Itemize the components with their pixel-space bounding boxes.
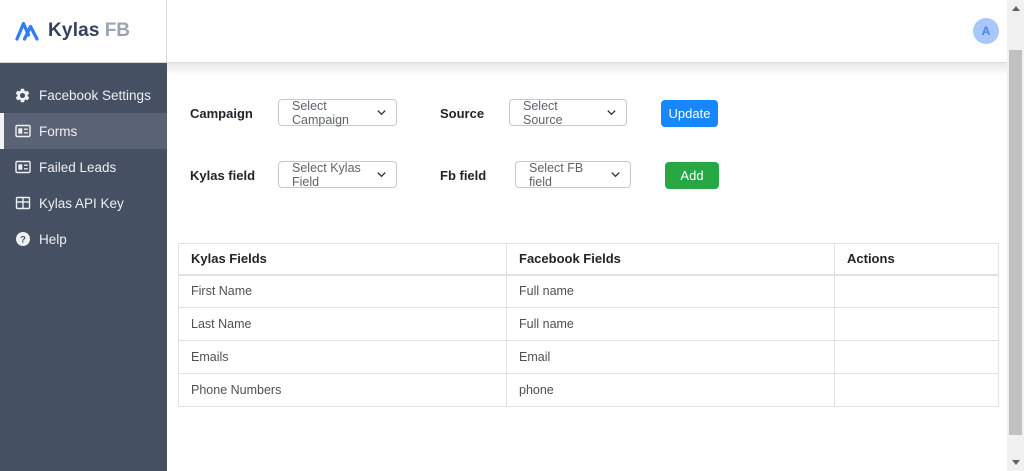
brand-suffix: FB <box>104 20 131 41</box>
fb-field-select[interactable]: Select FB field <box>515 160 631 189</box>
actions-cell <box>834 307 999 341</box>
chevron-down-icon <box>376 169 387 180</box>
help-circle-icon: ? <box>14 231 31 248</box>
actions-cell <box>834 274 999 308</box>
brand-name: Kylas <box>48 20 100 41</box>
column-header-facebook-fields: Facebook Fields <box>506 243 835 276</box>
facebook-field-cell: Full name <box>506 274 835 308</box>
facebook-field-cell: Full name <box>506 307 835 341</box>
sidebar-item-failed-leads[interactable]: Failed Leads <box>0 149 167 185</box>
kylas-field-cell: Emails <box>178 340 507 374</box>
fb-field-label: Fb field <box>440 168 487 183</box>
source-select-value: Select Source <box>523 98 563 127</box>
field-mapping-table: Kylas Fields Facebook Fields Actions Fir… <box>178 243 999 407</box>
logo[interactable]: Kylas FB <box>0 0 167 62</box>
form-card-icon <box>14 123 31 140</box>
table-row: Phone Numbers phone <box>178 373 999 407</box>
campaign-label: Campaign <box>190 106 253 121</box>
add-button[interactable]: Add <box>665 162 719 189</box>
source-select[interactable]: Select Source <box>509 98 627 127</box>
svg-text:?: ? <box>20 234 26 245</box>
table-header-row: Kylas Fields Facebook Fields Actions <box>178 243 999 276</box>
sidebar: Facebook Settings Forms Failed Leads Kyl… <box>0 63 167 471</box>
fb-field-select-value: Select FB field <box>529 160 584 189</box>
actions-cell <box>834 373 999 407</box>
kylas-field-cell: Last Name <box>178 307 507 341</box>
column-header-actions: Actions <box>834 243 999 276</box>
sidebar-item-label: Kylas API Key <box>39 195 124 211</box>
app-header: Kylas FB A <box>0 0 1007 63</box>
campaign-select[interactable]: Select Campaign <box>278 98 397 127</box>
scrollbar-thumb[interactable] <box>1009 50 1022 435</box>
kylas-field-select-value: Select Kylas Field <box>292 160 361 189</box>
table-grid-icon <box>14 195 31 212</box>
sidebar-item-kylas-api-key[interactable]: Kylas API Key <box>0 185 167 221</box>
sidebar-item-label: Forms <box>39 123 78 139</box>
sidebar-item-label: Facebook Settings <box>39 87 151 103</box>
kylas-field-cell: First Name <box>178 274 507 308</box>
sidebar-item-help[interactable]: ? Help <box>0 221 167 257</box>
user-avatar[interactable]: A <box>973 18 999 44</box>
actions-cell <box>834 340 999 374</box>
scroll-down-icon[interactable] <box>1007 454 1024 471</box>
sidebar-item-label: Failed Leads <box>39 159 117 175</box>
sidebar-item-forms[interactable]: Forms <box>0 113 167 149</box>
chevron-down-icon <box>376 107 387 118</box>
facebook-field-cell: phone <box>506 373 835 407</box>
sidebar-item-facebook-settings[interactable]: Facebook Settings <box>0 77 167 113</box>
table-row: Emails Email <box>178 340 999 374</box>
facebook-field-cell: Email <box>506 340 835 374</box>
main-content: Campaign Select Campaign Source Select S… <box>167 63 1007 471</box>
column-header-kylas-fields: Kylas Fields <box>178 243 507 276</box>
table-row: Last Name Full name <box>178 307 999 341</box>
chevron-down-icon <box>610 169 621 180</box>
update-button[interactable]: Update <box>661 100 718 127</box>
sidebar-item-label: Help <box>39 231 67 247</box>
kylas-field-cell: Phone Numbers <box>178 373 507 407</box>
table-row: First Name Full name <box>178 274 999 308</box>
kylas-field-select[interactable]: Select Kylas Field <box>278 160 397 189</box>
vertical-scrollbar[interactable] <box>1007 0 1024 471</box>
campaign-select-value: Select Campaign <box>292 98 349 127</box>
source-label: Source <box>440 106 485 121</box>
gear-icon <box>14 87 31 104</box>
form-card-icon <box>14 159 31 176</box>
scroll-up-icon[interactable] <box>1007 0 1024 17</box>
kylas-field-label: Kylas field <box>190 168 256 183</box>
chevron-down-icon <box>606 107 617 118</box>
kylas-logo-icon <box>14 19 40 43</box>
